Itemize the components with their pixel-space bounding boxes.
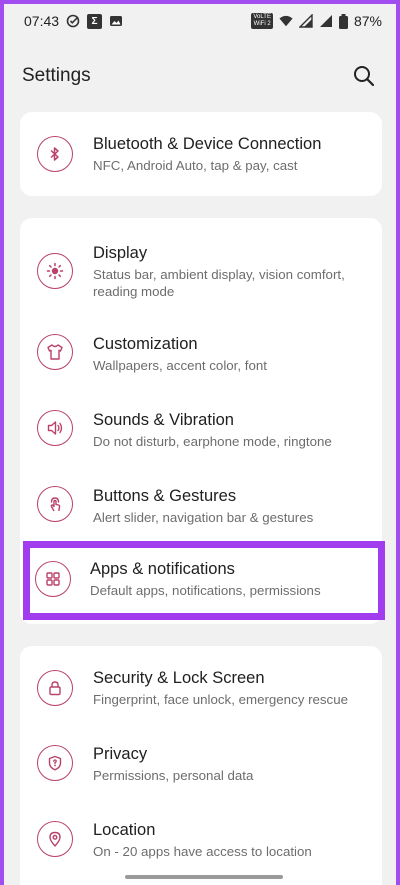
settings-item-sounds[interactable]: Sounds & Vibration Do not disturb, earph… (20, 390, 382, 466)
brightness-icon (37, 253, 73, 289)
settings-item-bluetooth[interactable]: Bluetooth & Device Connection NFC, Andro… (20, 112, 382, 196)
tshirt-icon (37, 334, 73, 370)
gesture-icon (37, 486, 73, 522)
item-title: Bluetooth & Device Connection (93, 135, 322, 153)
item-title: Security & Lock Screen (93, 669, 265, 687)
card-privacy: Security & Lock Screen Fingerprint, face… (20, 646, 382, 885)
status-time: 07:43 (24, 13, 60, 29)
signal-icon-2 (319, 15, 332, 27)
item-title: Buttons & Gestures (93, 487, 237, 505)
signal-icon (298, 14, 313, 28)
highlight-box: Apps & notifications Default apps, notif… (23, 541, 385, 620)
settings-item-buttons[interactable]: Buttons & Gestures Alert slider, navigat… (20, 466, 382, 542)
settings-item-security[interactable]: Security & Lock Screen Fingerprint, face… (20, 646, 382, 722)
settings-item-customization[interactable]: Customization Wallpapers, accent color, … (20, 314, 382, 390)
item-subtitle: Permissions, personal data (93, 768, 254, 783)
item-subtitle: On - 20 apps have access to location (93, 844, 312, 859)
settings-item-apps-notifications[interactable]: Apps & notifications Default apps, notif… (20, 548, 382, 613)
item-subtitle: NFC, Android Auto, tap & pay, cast (93, 158, 298, 173)
search-icon (354, 66, 375, 87)
battery-percent: 87% (353, 13, 382, 29)
item-title: Apps & notifications (90, 560, 235, 578)
sigma-app-icon: Σ (87, 13, 103, 29)
wifi-icon (279, 15, 293, 27)
settings-item-display[interactable]: Display Status bar, ambient display, vis… (20, 218, 382, 314)
item-title: Display (93, 244, 148, 262)
item-subtitle: Fingerprint, face unlock, emergency resc… (93, 692, 348, 707)
card-connectivity: Bluetooth & Device Connection NFC, Andro… (20, 112, 382, 196)
item-subtitle: Default apps, notifications, permissions (90, 583, 321, 598)
status-bar: 07:43 Σ VoLTE WiFi 2 87% (4, 4, 396, 38)
item-subtitle: Wallpapers, accent color, font (93, 358, 267, 373)
settings-item-location[interactable]: Location On - 20 apps have access to loc… (20, 798, 382, 874)
item-subtitle: Do not disturb, earphone mode, ringtone (93, 434, 332, 449)
apps-grid-icon (35, 561, 71, 597)
item-title: Customization (93, 335, 198, 353)
speaker-icon (37, 410, 73, 446)
item-title: Sounds & Vibration (93, 411, 234, 429)
page-title: Settings (22, 65, 91, 86)
volte-indicator: VoLTE WiFi 2 (251, 13, 273, 29)
header: Settings (4, 56, 396, 96)
bluetooth-icon (37, 136, 73, 172)
image-icon (110, 16, 123, 26)
search-button[interactable] (350, 62, 378, 90)
item-subtitle: Alert slider, navigation bar & gestures (93, 510, 314, 525)
item-title: Privacy (93, 745, 148, 763)
item-subtitle: Status bar, ambient display, vision comf… (93, 267, 345, 299)
item-title: Location (93, 821, 156, 839)
screen-frame: 07:43 Σ VoLTE WiFi 2 87% Settings Blueto… (0, 0, 400, 885)
lock-icon (37, 670, 73, 706)
settings-item-privacy[interactable]: Privacy Permissions, personal data (20, 722, 382, 798)
check-circle-icon (66, 14, 80, 28)
location-pin-icon (37, 821, 73, 857)
battery-icon (338, 13, 348, 29)
home-indicator[interactable] (125, 875, 283, 879)
privacy-shield-icon (37, 745, 73, 781)
